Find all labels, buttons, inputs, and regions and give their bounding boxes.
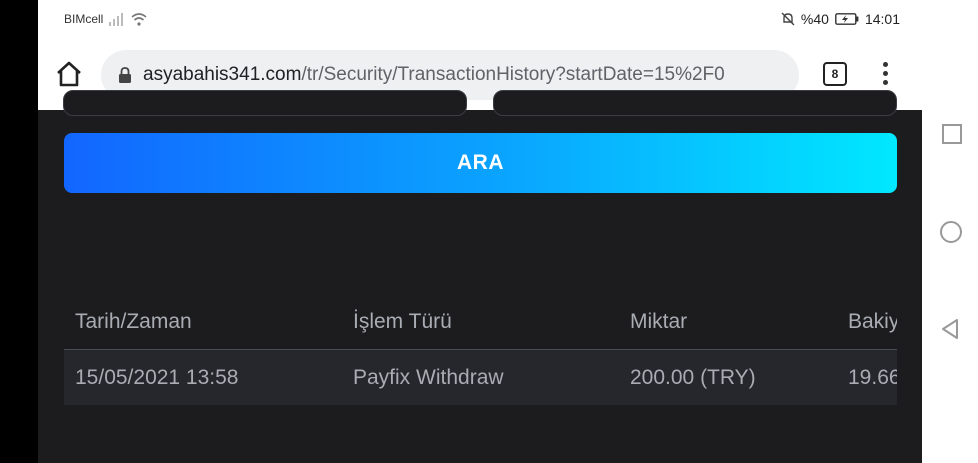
search-button[interactable]: ARA [64, 133, 897, 193]
start-date-field[interactable] [63, 90, 467, 116]
page-content: ARA Tarih/Zaman İşlem Türü Miktar Bakiye… [38, 90, 922, 463]
back-icon[interactable] [940, 318, 960, 340]
clock: 14:01 [864, 11, 900, 27]
battery-charging-icon [835, 13, 859, 25]
header-amount: Miktar [630, 310, 688, 333]
header-date: Tarih/Zaman [75, 310, 192, 333]
battery-percent: %40 [800, 11, 829, 27]
signal-icon [109, 12, 124, 26]
left-edge [0, 0, 38, 463]
status-bar-right: %40 14:01 [781, 11, 900, 27]
url-path: /tr/Security/TransactionHistory?startDat… [301, 64, 725, 85]
cell-balance: 19.66 [848, 365, 897, 389]
home-nav-icon[interactable] [940, 221, 962, 243]
cell-amount: 200.00 (TRY) [630, 365, 756, 389]
status-bar-left: BIMcell [64, 12, 147, 26]
url-domain: asyabahis341.com [143, 64, 302, 85]
transaction-table: Tarih/Zaman İşlem Türü Miktar Bakiye 15/… [64, 295, 897, 405]
tab-count: 8 [831, 67, 839, 81]
mute-bell-icon [781, 12, 795, 26]
url-text[interactable]: asyabahis341.com/tr/Security/Transaction… [143, 64, 725, 86]
header-balance: Bakiye [848, 310, 897, 333]
header-type: İşlem Türü [353, 310, 452, 333]
cell-date: 15/05/2021 13:58 [75, 365, 239, 389]
tab-switcher-button[interactable]: 8 [823, 62, 847, 86]
home-icon[interactable] [55, 60, 83, 88]
end-date-field[interactable] [493, 90, 897, 116]
table-header-row: Tarih/Zaman İşlem Türü Miktar Bakiye [64, 295, 897, 350]
recents-icon[interactable] [942, 124, 962, 144]
table-row: 15/05/2021 13:58 Payfix Withdraw 200.00 … [64, 350, 897, 405]
lock-icon [119, 67, 131, 83]
cell-type: Payfix Withdraw [353, 365, 504, 389]
more-menu-icon[interactable] [881, 62, 889, 86]
carrier-name: BIMcell [64, 12, 104, 26]
wifi-icon [131, 12, 147, 26]
